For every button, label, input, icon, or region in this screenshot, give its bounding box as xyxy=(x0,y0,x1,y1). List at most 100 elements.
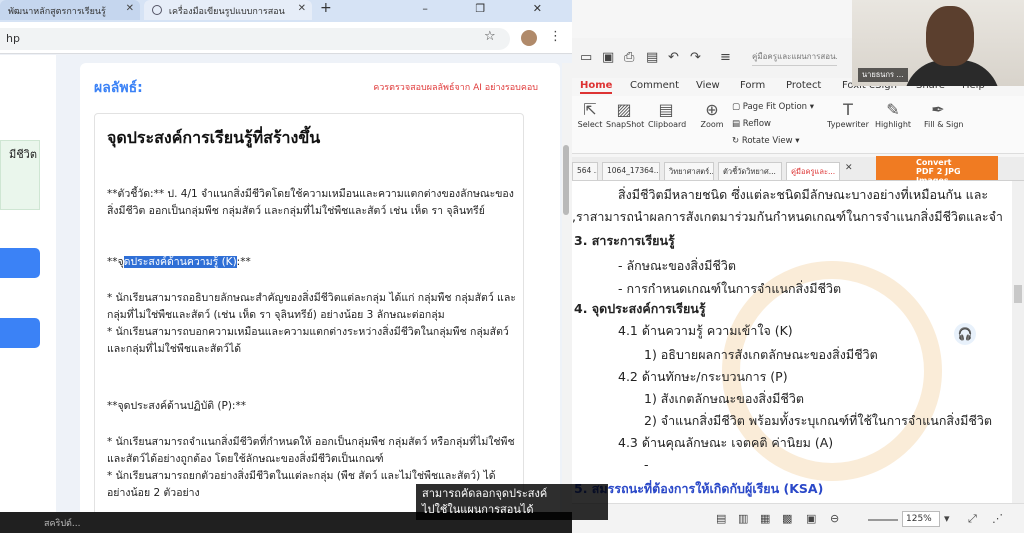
snapshot-button[interactable]: ▨ SnapShot xyxy=(606,100,645,129)
browser-tab[interactable]: เครื่องมือเขียนรูปแบบการสอน ✕ xyxy=(144,0,312,20)
chevron-down-icon[interactable]: ▾ xyxy=(944,512,950,525)
ai-warning: ควรตรวจสอบผลลัพธ์จาก AI อย่างรอบคอบ xyxy=(373,83,538,93)
highlight-button[interactable]: ✎ Highlight xyxy=(874,100,912,129)
document-title: คู่มือครูและแผนการสอน... xyxy=(752,50,837,66)
close-icon[interactable]: ✕ xyxy=(126,3,134,14)
facing-page-icon[interactable]: ▦ xyxy=(760,512,770,525)
rotate-label: Rotate View xyxy=(741,136,793,146)
close-icon[interactable]: ✕ xyxy=(298,3,306,14)
undo-icon[interactable]: ↶ xyxy=(668,50,679,65)
page-fit-option[interactable]: ▢ Page Fit Option ▾ xyxy=(732,102,814,112)
pdf-scrollbar-thumb[interactable] xyxy=(1014,285,1022,303)
highlight-label: Highlight xyxy=(874,120,912,129)
input-panel: มีชีวิต xyxy=(0,55,56,520)
snapshot-label: SnapShot xyxy=(606,120,645,129)
fill-sign-button[interactable]: ✒ Fill & Sign xyxy=(924,100,964,129)
page-text: - xyxy=(644,457,649,472)
redo-icon[interactable]: ↷ xyxy=(690,50,701,65)
section-heading: 5. สมรรถนะที่ต้องการให้เกิดกับผู้เรียน (… xyxy=(574,481,824,496)
new-tab-button[interactable]: + xyxy=(320,0,332,16)
k-prefix: **จ xyxy=(107,256,124,268)
result-content[interactable]: จุดประสงค์การเรียนรู้ที่สร้างขึ้น **ตัวช… xyxy=(94,113,524,523)
doc-tab[interactable]: 564 ... xyxy=(572,162,598,180)
content-heading: จุดประสงค์การเรียนรู้ที่สร้างขึ้น xyxy=(107,128,321,147)
selected-text: ุดประสงค์ด้านความรู้ (K) xyxy=(123,256,237,268)
doc-tab[interactable]: ตัวชี้วัดวิทยาศ... xyxy=(718,162,782,180)
result-card: ผลลัพธ์: ควรตรวจสอบผลลัพธ์จาก AI อย่างรอ… xyxy=(80,63,560,523)
profile-avatar[interactable] xyxy=(521,30,537,46)
convert-pdf-button[interactable]: Convert PDF 2 JPG Images xyxy=(876,156,998,185)
tab-protect[interactable]: Protect xyxy=(786,80,821,91)
url-field[interactable]: hp xyxy=(0,28,510,50)
address-bar: hp ☆ ⋮ xyxy=(0,22,572,54)
select-label: Select xyxy=(577,120,603,129)
k-suffix: :** xyxy=(236,256,251,268)
zoom-out-icon[interactable]: ⊖ xyxy=(830,512,839,525)
typewriter-button[interactable]: T Typewriter xyxy=(826,100,870,129)
window-controls[interactable]: – ❐ ✕ xyxy=(422,2,564,15)
reflow-button[interactable]: ▤ Reflow xyxy=(732,119,771,129)
headphones-icon[interactable]: 🎧 xyxy=(954,323,976,345)
page-icon[interactable]: ▤ xyxy=(646,50,658,65)
view-mode-icon[interactable]: ▣ xyxy=(806,512,816,525)
page-scrollbar[interactable] xyxy=(562,63,572,520)
select-button[interactable]: ⇱ Select xyxy=(576,100,604,129)
tab-view[interactable]: View xyxy=(696,80,720,91)
caption-line: สามารถคัดลอกจุดประสงค์ xyxy=(422,487,548,500)
presenter-name: นายธนกร ... xyxy=(858,68,908,82)
doc-tab[interactable]: 1064_17364... xyxy=(602,162,660,180)
close-icon[interactable]: ✕ xyxy=(845,163,853,173)
secondary-button[interactable] xyxy=(0,318,40,348)
page-text: สิ่งมีชีวิตมีหลายชนิด ซึ่งแต่ละชนิดมีลัก… xyxy=(618,187,989,202)
fill-sign-label: Fill & Sign xyxy=(924,120,964,129)
save-icon[interactable]: ▣ xyxy=(602,50,614,65)
input-textarea[interactable]: มีชีวิต xyxy=(0,140,40,210)
zoom-slider[interactable] xyxy=(868,519,898,521)
tab-form[interactable]: Form xyxy=(740,80,765,91)
typewriter-icon: T xyxy=(843,100,853,119)
cursor-icon: ⇱ xyxy=(583,100,597,119)
tab-label: เครื่องมือเขียนรูปแบบการสอน xyxy=(168,7,285,17)
pdf-page[interactable]: สิ่งมีชีวิตมีหลายชนิด ซึ่งแต่ละชนิดมีลัก… xyxy=(572,181,1012,503)
pdf-scrollbar[interactable] xyxy=(1012,181,1024,503)
doc-tab[interactable]: วิทยาศาสตร์... xyxy=(664,162,714,180)
reflow-label: Reflow xyxy=(742,119,771,129)
page-scrollbar-thumb[interactable] xyxy=(563,145,569,215)
zoom-level[interactable]: 125% xyxy=(902,511,940,527)
menu-icon[interactable]: ≡ xyxy=(720,50,731,65)
convert-line1: Convert xyxy=(916,158,952,167)
page-text: 1) อธิบายผลการสังเกตลักษณะของสิ่งมีชีวิต xyxy=(644,347,878,362)
screen: พัฒนาหลักสูตรการเรียนรู้ ✕ เครื่องมือเขี… xyxy=(0,0,1024,533)
pen-icon: ✒ xyxy=(931,100,945,119)
webpage: มีชีวิต ผลลัพธ์: ควรตรวจสอบผลลัพธ์จาก AI… xyxy=(0,55,572,523)
clipboard-button[interactable]: ▤ Clipboard xyxy=(648,100,686,129)
page-text: 4.2 ด้านทักษะ/กระบวนการ (P) xyxy=(618,369,788,384)
primary-button[interactable] xyxy=(0,248,40,278)
continuous-page-icon[interactable]: ▥ xyxy=(738,512,748,525)
caption-line: ไปใช้ในแผนการสอนได้ xyxy=(422,503,534,516)
subtitle-caption: สามารถคัดลอกจุดประสงค์ ไปใช้ในแผนการสอนไ… xyxy=(416,484,608,520)
tab-comment[interactable]: Comment xyxy=(630,80,679,91)
page-text: 4.3 ด้านคุณลักษณะ เจตคติ ค่านิยม (A) xyxy=(618,435,834,450)
more-menu-icon[interactable]: ⋮ xyxy=(549,29,562,44)
tab-label: พัฒนาหลักสูตรการเรียนรู้ xyxy=(8,7,106,17)
rotate-view-button[interactable]: ↻ Rotate View ▾ xyxy=(732,136,800,146)
open-icon[interactable]: ▭ xyxy=(580,50,592,65)
tab-home[interactable]: Home xyxy=(580,80,613,94)
globe-icon xyxy=(152,5,162,15)
print-icon[interactable]: ⎙ xyxy=(624,50,634,65)
highlighter-icon: ✎ xyxy=(886,100,900,119)
grid-view-icon[interactable]: ▩ xyxy=(782,512,792,525)
status-bar: ▤ ▥ ▦ ▩ ▣ ⊖ 125% ▾ ⤢ ⋰ xyxy=(572,503,1024,533)
image-icon: ▨ xyxy=(616,100,632,119)
doc-tab[interactable]: คู่มือครูและ... xyxy=(786,162,840,180)
typewriter-label: Typewriter xyxy=(827,120,869,129)
section-heading: 3. สาระการเรียนรู้ xyxy=(574,233,675,248)
fullscreen-icon[interactable]: ⤢ xyxy=(968,512,977,526)
resize-grip-icon[interactable]: ⋰ xyxy=(992,512,1003,525)
zoom-button[interactable]: ⊕ Zoom xyxy=(698,100,726,129)
bookmark-star-icon[interactable]: ☆ xyxy=(484,29,496,44)
single-page-icon[interactable]: ▤ xyxy=(716,512,726,525)
page-text: - ลักษณะของสิ่งมีชีวิต xyxy=(618,258,737,273)
browser-tab[interactable]: พัฒนาหลักสูตรการเรียนรู้ ✕ xyxy=(0,0,140,20)
